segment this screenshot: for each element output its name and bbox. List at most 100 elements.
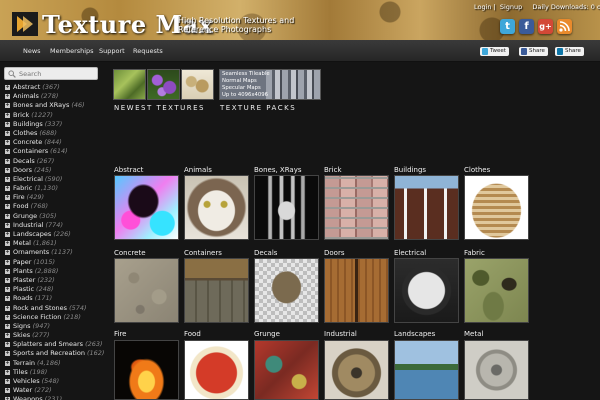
category-name[interactable]: Food (13, 202, 29, 210)
category-name[interactable]: Vehicles (13, 377, 40, 385)
newest-thumb-1[interactable] (113, 69, 146, 100)
category-label-doors[interactable]: Doors (324, 249, 344, 257)
category-label-landscapes[interactable]: Landscapes (394, 330, 435, 338)
sidebar-category-item[interactable]: + Containers (614) (5, 147, 105, 156)
category-tile-food[interactable] (184, 340, 249, 400)
expand-plus-icon[interactable]: + (5, 176, 10, 182)
expand-plus-icon[interactable]: + (5, 296, 10, 302)
category-label-decals[interactable]: Decals (254, 249, 277, 257)
category-name[interactable]: Landscapes (13, 230, 51, 238)
category-label-fire[interactable]: Fire (114, 330, 127, 338)
google-plus-icon[interactable]: g+ (538, 19, 553, 34)
category-name[interactable]: Bones and XRays (13, 101, 69, 109)
sidebar-category-item[interactable]: + Sports and Recreation (162) (5, 349, 105, 358)
category-name[interactable]: Decals (13, 157, 35, 165)
sidebar-category-item[interactable]: + Doors (245) (5, 166, 105, 175)
category-tile-landscapes[interactable] (394, 340, 459, 400)
sidebar-category-item[interactable]: + Plaster (232) (5, 276, 105, 285)
sidebar-category-item[interactable]: + Paper (1015) (5, 258, 105, 267)
sidebar-category-item[interactable]: + Rock and Stones (574) (5, 304, 105, 313)
category-name[interactable]: Buildings (13, 120, 43, 128)
sidebar-category-item[interactable]: + Animals (278) (5, 92, 105, 101)
rss-icon[interactable] (557, 19, 572, 34)
category-name[interactable]: Industrial (13, 221, 44, 229)
sidebar-category-item[interactable]: + Weapons (231) (5, 395, 105, 400)
category-name[interactable]: Metal (13, 239, 31, 247)
sidebar-category-item[interactable]: + Fire (429) (5, 193, 105, 202)
expand-plus-icon[interactable]: + (5, 241, 10, 247)
nav-support[interactable]: Support (99, 47, 125, 55)
category-name[interactable]: Clothes (13, 129, 37, 137)
category-name[interactable]: Abstract (13, 83, 40, 91)
expand-plus-icon[interactable]: + (5, 360, 10, 366)
category-label-clothes[interactable]: Clothes (464, 166, 490, 174)
expand-plus-icon[interactable]: + (5, 85, 10, 90)
sidebar-category-item[interactable]: + Buildings (337) (5, 120, 105, 129)
twitter-icon[interactable]: t (500, 19, 515, 34)
category-name[interactable]: Sports and Recreation (13, 349, 85, 357)
sidebar-category-item[interactable]: + Abstract (367) (5, 83, 105, 92)
sidebar-category-item[interactable]: + Brick (1227) (5, 111, 105, 120)
expand-plus-icon[interactable]: + (5, 167, 10, 173)
facebook-share-button[interactable]: Share (519, 47, 548, 56)
login-link[interactable]: Login (474, 3, 492, 11)
expand-plus-icon[interactable]: + (5, 323, 10, 329)
sidebar-category-item[interactable]: + Food (768) (5, 202, 105, 211)
sidebar-category-item[interactable]: + Signs (947) (5, 322, 105, 331)
expand-plus-icon[interactable]: + (5, 333, 10, 339)
expand-plus-icon[interactable]: + (5, 222, 10, 228)
sidebar-category-item[interactable]: + Vehicles (548) (5, 377, 105, 386)
sidebar-category-item[interactable]: + Clothes (688) (5, 129, 105, 138)
sidebar-category-item[interactable]: + Landscapes (226) (5, 230, 105, 239)
sidebar-category-item[interactable]: + Splatters and Smears (263) (5, 340, 105, 349)
linkedin-share-button[interactable]: Share (555, 47, 584, 56)
sidebar-category-item[interactable]: + Tiles (198) (5, 368, 105, 377)
nav-news[interactable]: News (23, 47, 41, 55)
category-tile-fire[interactable] (114, 340, 179, 400)
category-label-bones-xrays[interactable]: Bones, XRays (254, 166, 302, 174)
sidebar-category-item[interactable]: + Fabric (1,130) (5, 184, 105, 193)
category-tile-bones-xrays[interactable] (254, 175, 319, 240)
category-tile-metal[interactable] (464, 340, 529, 400)
category-name[interactable]: Rock and Stones (13, 304, 67, 312)
category-name[interactable]: Plastic (13, 285, 34, 293)
expand-plus-icon[interactable]: + (5, 268, 10, 274)
expand-plus-icon[interactable]: + (5, 369, 10, 375)
expand-plus-icon[interactable]: + (5, 379, 10, 384)
category-label-concrete[interactable]: Concrete (114, 249, 146, 257)
category-label-industrial[interactable]: Industrial (324, 330, 357, 338)
search-box[interactable] (4, 67, 98, 80)
facebook-icon[interactable]: f (519, 19, 534, 34)
category-tile-abstract[interactable] (114, 175, 179, 240)
search-input[interactable] (19, 68, 95, 79)
expand-plus-icon[interactable]: + (5, 94, 10, 100)
category-name[interactable]: Grunge (13, 212, 37, 220)
category-name[interactable]: Plaster (13, 276, 35, 284)
texture-packs-heading[interactable]: TEXTURE PACKS (220, 104, 296, 112)
category-name[interactable]: Skies (13, 331, 30, 339)
category-label-brick[interactable]: Brick (324, 166, 342, 174)
category-name[interactable]: Fire (13, 193, 25, 201)
expand-plus-icon[interactable]: + (5, 259, 10, 265)
category-label-containers[interactable]: Containers (184, 249, 222, 257)
category-name[interactable]: Concrete (13, 138, 42, 146)
expand-plus-icon[interactable]: + (5, 195, 10, 201)
expand-plus-icon[interactable]: + (5, 314, 10, 320)
texture-pack-banner[interactable]: Seamless Tileable Normal Maps Specular M… (219, 69, 321, 100)
sidebar-category-item[interactable]: + Skies (277) (5, 331, 105, 340)
category-name[interactable]: Weapons (13, 395, 43, 400)
signup-link[interactable]: Signup (500, 3, 522, 11)
sidebar-category-item[interactable]: + Water (272) (5, 386, 105, 395)
category-label-fabric[interactable]: Fabric (464, 249, 485, 257)
nav-requests[interactable]: Requests (133, 47, 163, 55)
category-tile-industrial[interactable] (324, 340, 389, 400)
tweet-button[interactable]: Tweet (480, 47, 509, 56)
expand-plus-icon[interactable]: + (5, 204, 10, 210)
category-name[interactable]: Animals (13, 92, 39, 100)
sidebar-category-item[interactable]: + Science Fiction (218) (5, 313, 105, 322)
sidebar-category-item[interactable]: + Metal (1,861) (5, 239, 105, 248)
category-label-food[interactable]: Food (184, 330, 201, 338)
category-name[interactable]: Plants (13, 267, 33, 275)
newest-textures-heading[interactable]: NEWEST TEXTURES (114, 104, 205, 112)
category-tile-grunge[interactable] (254, 340, 319, 400)
